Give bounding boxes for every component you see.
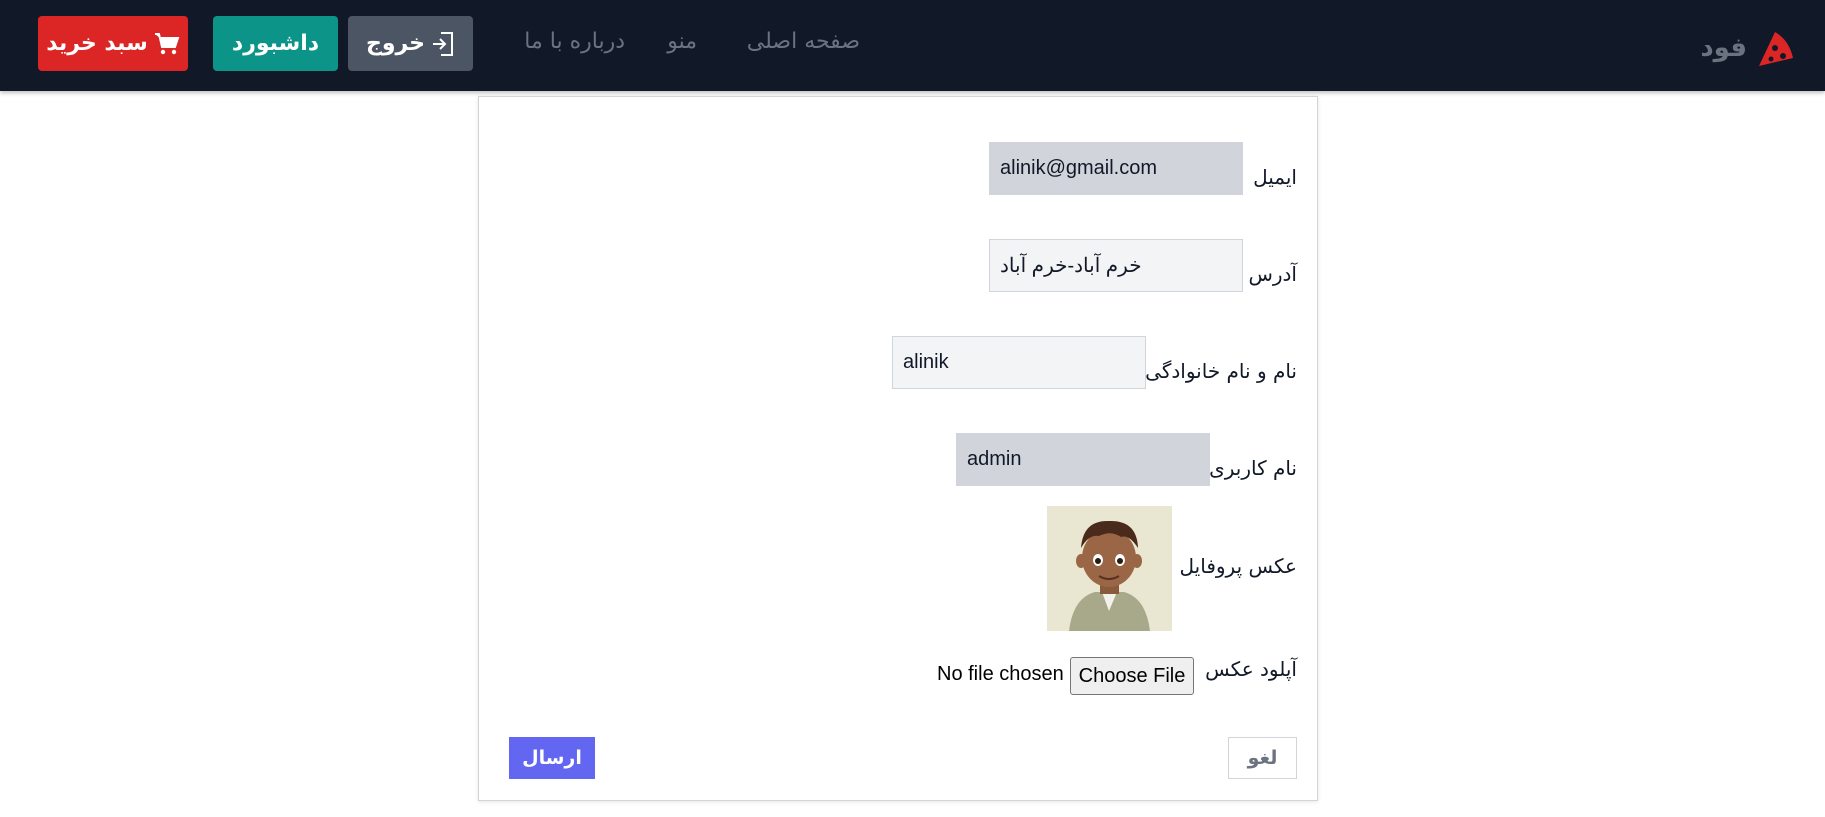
file-input[interactable]: Choose File No file chosen (479, 657, 1299, 695)
email-field: alinik@gmail.com (989, 142, 1243, 195)
profile-form: ایمیل alinik@gmail.com آدرس خرم آباد-خرم… (478, 96, 1318, 801)
address-field[interactable]: خرم آباد-خرم آباد (989, 239, 1243, 292)
avatar (1047, 506, 1172, 631)
dashboard-button[interactable]: داشبورد (213, 16, 338, 71)
avatar-label: عکس پروفایل (1179, 554, 1297, 578)
brand[interactable]: فود (1700, 26, 1795, 70)
cart-label: سبد خرید (46, 31, 148, 56)
logout-label: خروج (365, 31, 426, 56)
navbar: فود صفحه اصلی منو درباره با ما خروج داشب… (0, 0, 1825, 91)
pizza-icon (1759, 32, 1793, 66)
cart-icon (154, 32, 180, 54)
cart-button[interactable]: سبد خرید (38, 16, 188, 71)
nav-link-home[interactable]: صفحه اصلی (747, 26, 860, 58)
address-label: آدرس (1248, 262, 1297, 286)
brand-name: فود (1700, 33, 1747, 63)
nav-link-menu[interactable]: منو (667, 26, 697, 58)
fullname-field[interactable]: alinik (892, 336, 1146, 389)
no-file-text: No file chosen (937, 663, 1064, 685)
fullname-label: نام و نام خانوادگی (1145, 359, 1297, 383)
logout-button[interactable]: خروج (348, 16, 473, 71)
dashboard-label: داشبورد (231, 31, 320, 56)
nav-link-about[interactable]: درباره با ما (524, 26, 625, 58)
email-label: ایمیل (1253, 165, 1297, 189)
username-field: admin (956, 433, 1210, 486)
username-label: نام کاربری (1209, 456, 1297, 480)
logout-icon (433, 31, 454, 56)
cancel-button[interactable]: لغو (1228, 737, 1297, 779)
choose-file-button[interactable]: Choose File (1070, 657, 1194, 695)
submit-button[interactable]: ارسال (509, 737, 595, 779)
